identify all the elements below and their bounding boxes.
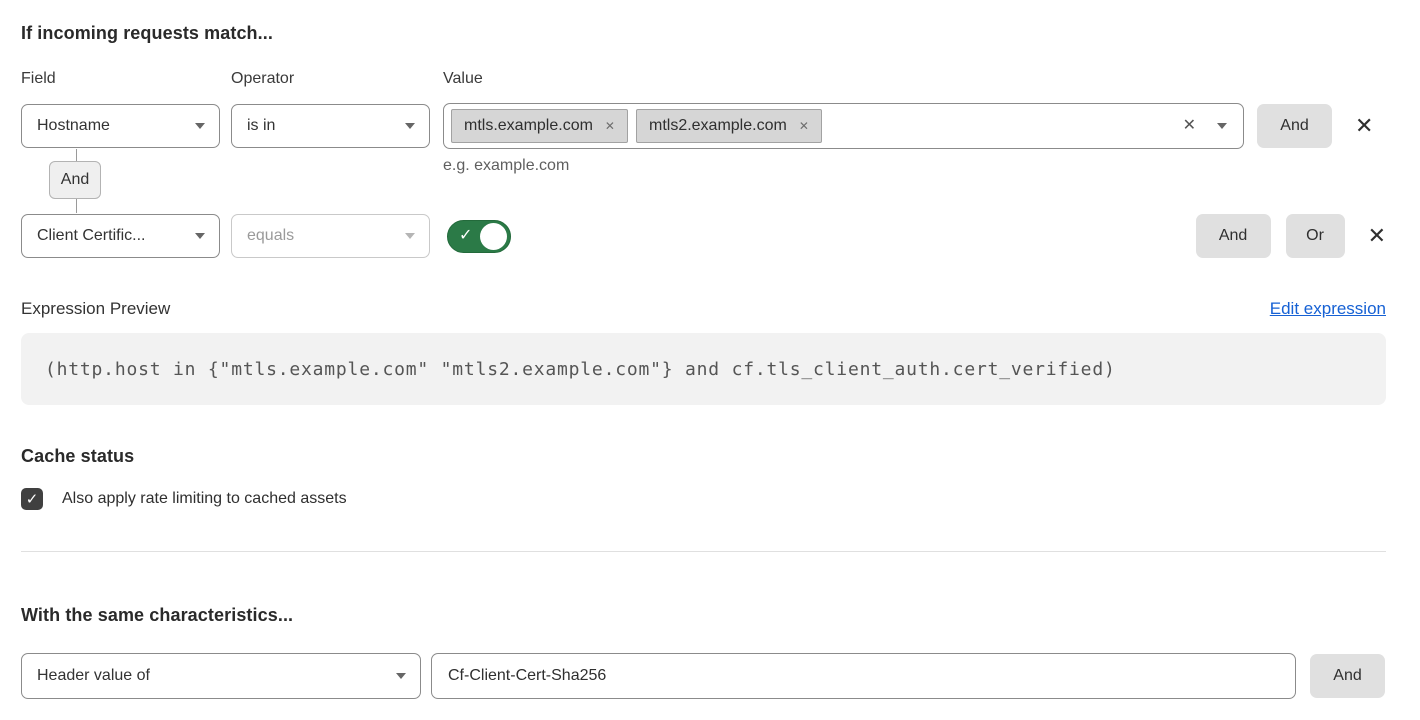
condition-row-2: Client Certific... equals ✓ And Or ✕ (21, 214, 1386, 258)
value-tag-text: mtls.example.com (464, 117, 593, 135)
operator-select-1-value: is in (247, 117, 275, 135)
cert-verified-toggle[interactable]: ✓ (447, 220, 511, 253)
value-hint: e.g. example.com (443, 157, 569, 175)
field-select-2[interactable]: Client Certific... (21, 214, 220, 258)
connector-and-button[interactable]: And (49, 161, 101, 199)
multiselect-controls: ✕ (1183, 118, 1227, 134)
operator-column-label: Operator (231, 70, 443, 88)
and-button-row2[interactable]: And (1196, 214, 1271, 258)
check-icon: ✓ (459, 228, 472, 244)
characteristic-select[interactable]: Header value of (21, 653, 421, 699)
condition-row-1: Hostname is in mtls.example.com ✕ mtls2.… (21, 103, 1386, 149)
chevron-down-icon (405, 233, 415, 239)
value-multiselect[interactable]: mtls.example.com ✕ mtls2.example.com ✕ ✕ (443, 103, 1244, 149)
expression-preview-header: Expression Preview Edit expression (21, 299, 1386, 319)
cache-status-title: Cache status (21, 446, 1386, 467)
field-select-2-value: Client Certific... (37, 227, 145, 245)
cached-assets-checkbox[interactable]: ✓ (21, 488, 43, 510)
chevron-down-icon[interactable] (1217, 123, 1227, 129)
value-tag-text: mtls2.example.com (649, 117, 787, 135)
field-column-label: Field (21, 70, 231, 88)
close-icon[interactable]: ✕ (1368, 225, 1386, 247)
cache-checkbox-label: Also apply rate limiting to cached asset… (62, 490, 347, 508)
column-labels: Field Operator Value (21, 70, 1386, 88)
chevron-down-icon (195, 123, 205, 129)
field-select-1[interactable]: Hostname (21, 104, 220, 148)
expression-preview-label: Expression Preview (21, 299, 170, 319)
edit-expression-link[interactable]: Edit expression (1270, 299, 1386, 319)
close-icon[interactable]: ✕ (1355, 115, 1373, 137)
expression-code-block: (http.host in {"mtls.example.com" "mtls2… (21, 333, 1386, 405)
chevron-down-icon (396, 673, 406, 679)
operator-select-2-value: equals (247, 227, 294, 245)
and-button-characteristics[interactable]: And (1310, 654, 1385, 698)
row-connector-area: e.g. example.com And (21, 149, 1386, 214)
chevron-down-icon (195, 233, 205, 239)
value-column-label: Value (443, 70, 483, 88)
expression-code: (http.host in {"mtls.example.com" "mtls2… (45, 359, 1116, 380)
cache-checkbox-row: ✓ Also apply rate limiting to cached ass… (21, 488, 1386, 510)
characteristics-title: With the same characteristics... (21, 605, 1386, 626)
checkmark-icon: ✓ (26, 492, 39, 507)
and-button-row1[interactable]: And (1257, 104, 1332, 148)
remove-tag-icon[interactable]: ✕ (799, 120, 809, 132)
or-button-row2[interactable]: Or (1286, 214, 1345, 258)
section-divider (21, 551, 1386, 552)
operator-select-2: equals (231, 214, 430, 258)
chevron-down-icon (405, 123, 415, 129)
clear-icon[interactable]: ✕ (1183, 118, 1196, 134)
characteristic-select-value: Header value of (37, 667, 150, 685)
header-name-input[interactable] (431, 653, 1296, 699)
value-tag: mtls.example.com ✕ (451, 109, 628, 143)
match-section-title: If incoming requests match... (21, 23, 1386, 44)
field-select-1-value: Hostname (37, 117, 110, 135)
toggle-knob (480, 223, 507, 250)
characteristics-row: Header value of And (21, 653, 1386, 699)
operator-select-1[interactable]: is in (231, 104, 430, 148)
remove-tag-icon[interactable]: ✕ (605, 120, 615, 132)
value-tag: mtls2.example.com ✕ (636, 109, 822, 143)
rule-builder: If incoming requests match... Field Oper… (0, 0, 1420, 699)
